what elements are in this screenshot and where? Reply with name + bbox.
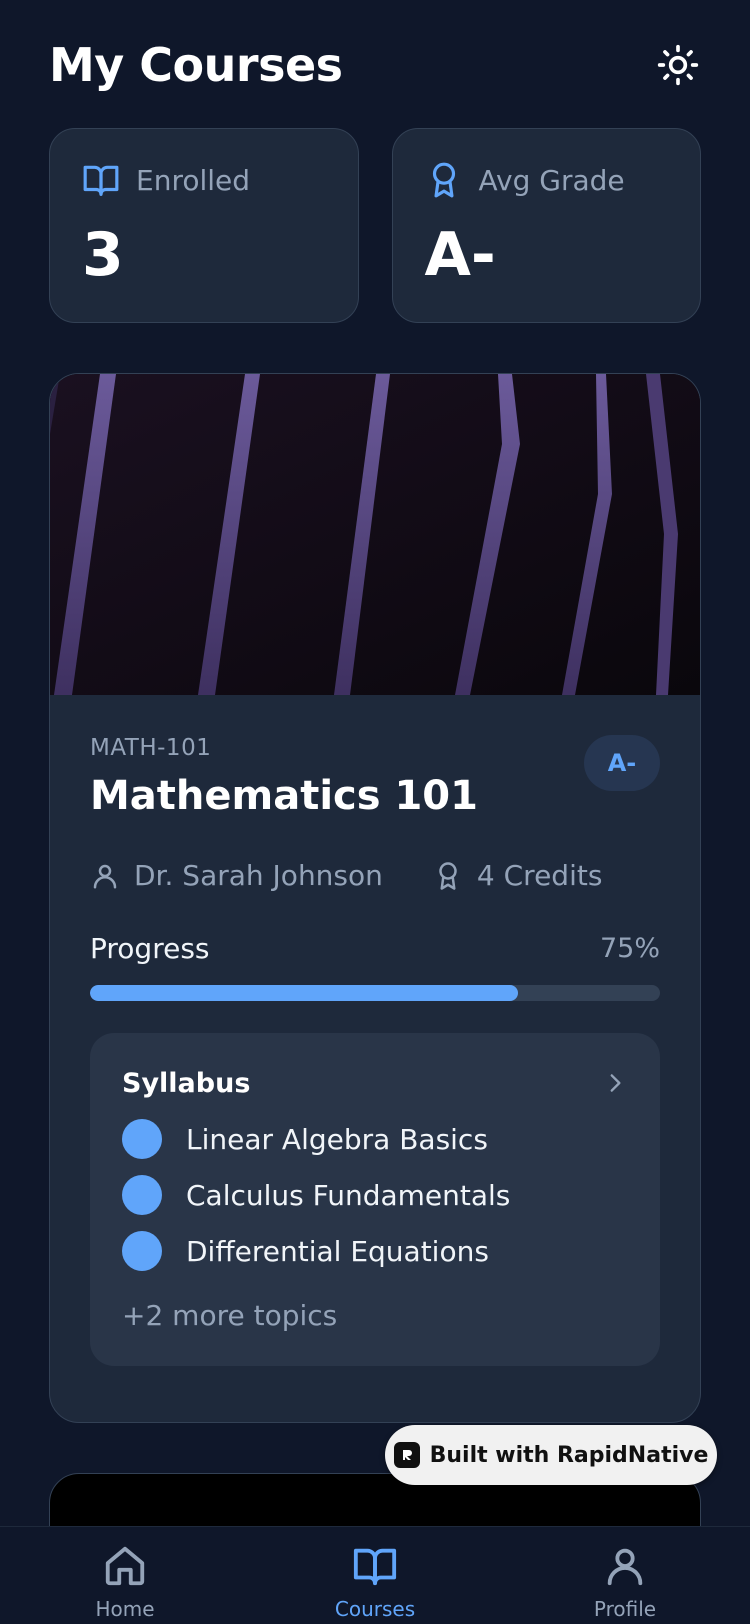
- topic-label: Linear Algebra Basics: [186, 1122, 488, 1156]
- award-icon: [432, 162, 455, 198]
- bottom-tab-bar: Home Courses Profile: [0, 1526, 750, 1624]
- enrolled-stat-card: Enrolled 3: [49, 128, 359, 323]
- built-with-badge[interactable]: Built with RapidNative: [385, 1425, 717, 1485]
- tab-profile[interactable]: Profile: [525, 1527, 725, 1624]
- topic-bullet: [122, 1231, 162, 1271]
- course-code: MATH-101: [90, 735, 212, 761]
- stats-row: Enrolled 3 Avg Grade A-: [49, 128, 701, 323]
- syllabus-section[interactable]: Syllabus Linear Algebra Basics Calculus …: [90, 1033, 660, 1366]
- book-open-icon: [83, 165, 119, 196]
- tab-label: Profile: [593, 1597, 657, 1621]
- progress-value: 75%: [599, 933, 660, 964]
- course-meta: Dr. Sarah Johnson 4 Credits: [90, 859, 660, 892]
- course-card[interactable]: MATH-101 Mathematics 101 A- Dr. Sarah Jo…: [49, 373, 701, 1423]
- tab-home[interactable]: Home: [25, 1527, 225, 1624]
- avg-grade-stat-card: Avg Grade A-: [391, 128, 701, 323]
- rapidnative-logo-icon: [393, 1442, 420, 1468]
- course-credits: 4 Credits: [476, 859, 603, 892]
- page-title: My Courses: [49, 38, 343, 92]
- topic-bullet: [122, 1175, 162, 1215]
- stat-label: Enrolled: [136, 163, 251, 197]
- home-icon: [105, 1546, 145, 1586]
- topic-label: Calculus Fundamentals: [186, 1178, 511, 1212]
- stat-label: Avg Grade: [478, 163, 625, 197]
- user-icon: [93, 864, 117, 888]
- tab-courses[interactable]: Courses: [275, 1527, 475, 1624]
- instructor-name: Dr. Sarah Johnson: [134, 859, 383, 892]
- tab-label: Courses: [334, 1597, 416, 1621]
- topic-label: Differential Equations: [186, 1234, 489, 1268]
- chevron-right-icon[interactable]: [602, 1070, 628, 1096]
- course-cover-image: [50, 374, 700, 695]
- course-title: Mathematics 101: [90, 773, 478, 819]
- grade-badge: A-: [584, 735, 660, 791]
- theme-toggle-button[interactable]: [655, 42, 701, 88]
- stat-value: A-: [424, 220, 496, 290]
- syllabus-topic: Differential Equations: [122, 1231, 628, 1271]
- book-open-icon: [353, 1548, 397, 1586]
- syllabus-topic: Linear Algebra Basics: [122, 1119, 628, 1159]
- built-with-label: Built with RapidNative: [429, 1442, 709, 1468]
- header: My Courses: [49, 30, 701, 100]
- tab-label: Home: [95, 1597, 155, 1621]
- more-topics-link[interactable]: +2 more topics: [122, 1299, 628, 1332]
- stat-value: 3: [82, 220, 124, 290]
- user-icon: [607, 1548, 643, 1586]
- syllabus-title: Syllabus: [122, 1067, 251, 1099]
- sun-icon: [657, 44, 699, 86]
- progress-bar: [90, 985, 660, 1001]
- topic-bullet: [122, 1119, 162, 1159]
- progress-label: Progress: [90, 932, 210, 965]
- award-icon: [439, 861, 457, 890]
- progress-fill: [90, 985, 518, 1001]
- syllabus-topic: Calculus Fundamentals: [122, 1175, 628, 1215]
